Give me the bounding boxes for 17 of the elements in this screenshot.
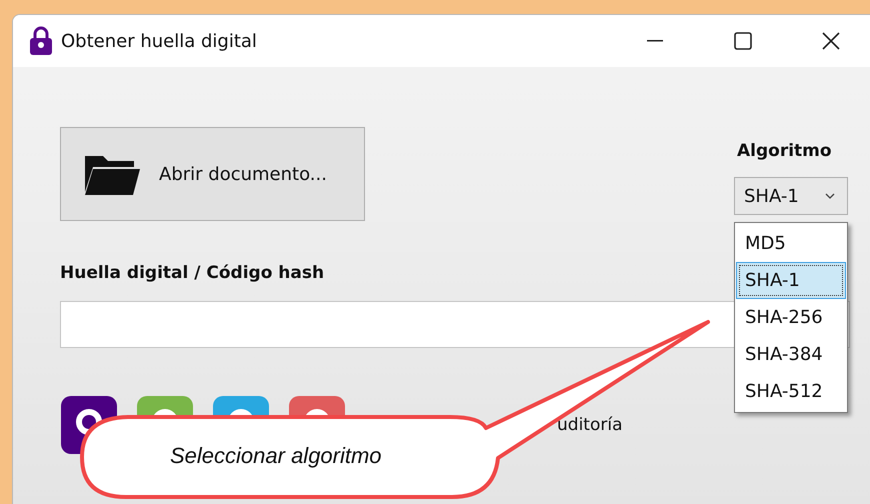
dropdown-option[interactable]: SHA-384	[736, 336, 846, 373]
window-title: Obtener huella digital	[61, 30, 258, 52]
maximize-icon	[734, 32, 752, 50]
minimize-icon	[647, 40, 663, 42]
chevron-icon	[825, 193, 835, 199]
dropdown-option[interactable]: SHA-256	[736, 299, 846, 336]
open-document-button[interactable]: Abrir documento...	[60, 127, 365, 221]
footer-text: uditoría	[557, 415, 622, 435]
callout-text: Seleccionar algoritmo	[170, 443, 382, 469]
dropdown-option[interactable]: SHA-1	[736, 262, 846, 299]
dropdown-option[interactable]: SHA-512	[736, 373, 846, 410]
padlock-icon	[29, 26, 53, 56]
algorithm-label: Algoritmo	[737, 141, 832, 161]
close-icon	[822, 32, 840, 50]
hash-label: Huella digital / Código hash	[60, 263, 326, 283]
dropdown-option[interactable]: MD5	[736, 225, 846, 262]
algorithm-dropdown[interactable]: SHA-1	[734, 177, 848, 215]
